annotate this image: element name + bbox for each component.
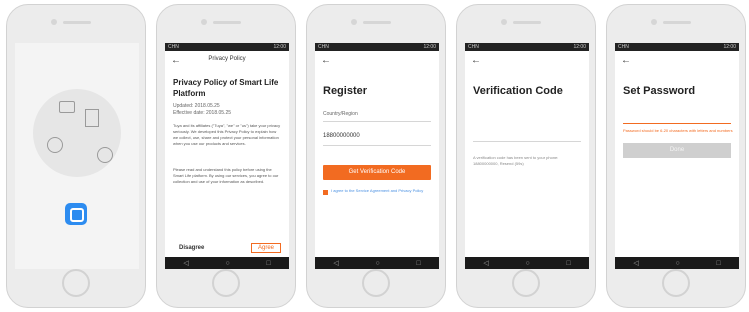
country-label[interactable]: Country/Region — [323, 111, 358, 117]
password-error-hint: Password should be 6-20 characters with … — [623, 128, 733, 133]
back-arrow-icon[interactable]: ← — [321, 55, 331, 66]
camera-dot — [651, 19, 657, 25]
agree-button[interactable]: Agree — [250, 243, 281, 253]
camera-dot — [501, 19, 507, 25]
nav-home-icon[interactable]: ○ — [525, 260, 529, 267]
app-launcher-icon[interactable] — [65, 203, 87, 225]
camera-dot — [51, 19, 57, 25]
home-button[interactable] — [362, 269, 390, 297]
device-ring — [33, 89, 121, 177]
speaker-grille — [63, 21, 91, 24]
agree-checkbox[interactable] — [323, 190, 328, 195]
privacy-header-title: Privacy Policy — [208, 56, 246, 62]
nav-home-icon[interactable]: ○ — [375, 260, 379, 267]
home-button[interactable] — [512, 269, 540, 297]
washer-icon — [47, 137, 63, 153]
camera-dot — [351, 19, 357, 25]
speaker-grille — [213, 21, 241, 24]
bulb-icon — [97, 147, 113, 163]
back-arrow-icon[interactable]: ← — [621, 55, 631, 66]
status-right: 12:00 — [423, 44, 436, 50]
verify-title: Verification Code — [473, 85, 563, 97]
nav-home-icon[interactable]: ○ — [225, 260, 229, 267]
privacy-doc-title: Privacy Policy of Smart Life Platform — [173, 78, 279, 98]
status-bar: CHN 12:00 — [315, 43, 439, 51]
back-arrow-icon[interactable]: ← — [471, 55, 481, 66]
phone-divider — [323, 145, 431, 146]
nav-home-icon[interactable]: ○ — [675, 260, 679, 267]
password-divider — [623, 123, 731, 124]
privacy-body-1: Tuya and its affiliates ("Tuya", "we" or… — [173, 123, 281, 146]
nav-back-icon[interactable]: ◁ — [183, 259, 188, 267]
status-left: CHN — [618, 44, 629, 50]
phone-privacy: CHN 12:00 ← Privacy Policy Privacy Polic… — [156, 4, 296, 308]
disagree-button[interactable]: Disagree — [179, 245, 204, 251]
password-input[interactable] — [623, 113, 731, 123]
nav-back-icon[interactable]: ◁ — [633, 259, 638, 267]
fridge-icon — [85, 109, 99, 127]
app-logo-icon — [70, 208, 84, 222]
verify-screen: CHN 12:00 ← Verification Code A verifica… — [465, 43, 589, 269]
android-navbar: ◁ ○ □ — [165, 257, 289, 269]
camera-dot — [201, 19, 207, 25]
nav-recent-icon[interactable]: □ — [716, 260, 720, 267]
nav-back-icon[interactable]: ◁ — [333, 259, 338, 267]
home-button[interactable] — [62, 269, 90, 297]
status-bar: CHN 12:00 — [615, 43, 739, 51]
password-screen: CHN 12:00 ← Set Password Password should… — [615, 43, 739, 269]
phone-password: CHN 12:00 ← Set Password Password should… — [606, 4, 746, 308]
nav-recent-icon[interactable]: □ — [566, 260, 570, 267]
nav-recent-icon[interactable]: □ — [416, 260, 420, 267]
phone-input[interactable]: 18800000000 — [323, 133, 360, 139]
phone-verify: CHN 12:00 ← Verification Code A verifica… — [456, 4, 596, 308]
agree-text[interactable]: I agree to the Service Agreement and Pri… — [331, 188, 433, 194]
register-title: Register — [323, 85, 368, 97]
status-left: CHN — [468, 44, 479, 50]
verify-hint: A verification code has been sent to you… — [473, 155, 559, 166]
status-right: 12:00 — [573, 44, 586, 50]
status-right: 12:00 — [723, 44, 736, 50]
status-bar: CHN 12:00 — [465, 43, 589, 51]
privacy-screen: CHN 12:00 ← Privacy Policy Privacy Polic… — [165, 43, 289, 269]
tv-icon — [59, 101, 75, 113]
done-button[interactable]: Done — [623, 143, 731, 158]
speaker-grille — [663, 21, 691, 24]
status-bar: CHN 12:00 — [165, 43, 289, 51]
privacy-effective: Effective date: 2018.05.25 — [173, 110, 232, 116]
nav-recent-icon[interactable]: □ — [266, 260, 270, 267]
android-navbar: ◁ ○ □ — [465, 257, 589, 269]
password-title: Set Password — [623, 85, 696, 97]
status-left: CHN — [318, 44, 329, 50]
speaker-grille — [363, 21, 391, 24]
status-right: 12:00 — [273, 44, 286, 50]
privacy-updated: Updated: 2018.05.25 — [173, 103, 220, 109]
home-button[interactable] — [662, 269, 690, 297]
speaker-grille — [513, 21, 541, 24]
nav-back-icon[interactable]: ◁ — [483, 259, 488, 267]
status-left: CHN — [168, 44, 179, 50]
android-navbar: ◁ ○ □ — [615, 257, 739, 269]
get-code-button[interactable]: Get Verification Code — [323, 165, 431, 180]
android-navbar: ◁ ○ □ — [315, 257, 439, 269]
code-input[interactable] — [473, 129, 581, 139]
phone-register: CHN 12:00 ← Register Country/Region 1880… — [306, 4, 446, 308]
splash-screen — [15, 43, 139, 269]
phone-splash — [6, 4, 146, 308]
register-screen: CHN 12:00 ← Register Country/Region 1880… — [315, 43, 439, 269]
home-button[interactable] — [212, 269, 240, 297]
privacy-body-2: Please read and understand this policy b… — [173, 167, 279, 184]
code-divider — [473, 141, 581, 142]
country-divider — [323, 121, 431, 122]
